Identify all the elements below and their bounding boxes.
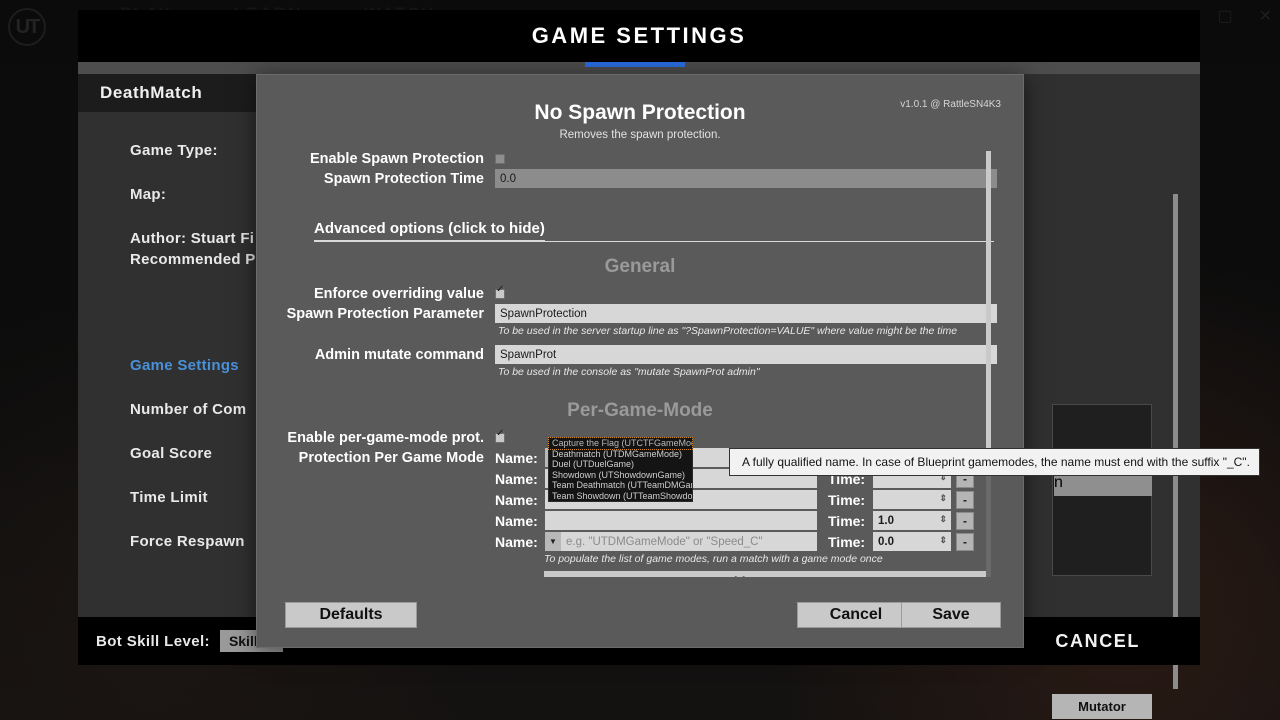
time-input[interactable] (873, 490, 951, 509)
no-spawn-protection-dialog: No Spawn Protection Removes the spawn pr… (256, 74, 1024, 648)
dialog-version: v1.0.1 @ RattleSN4K3 (900, 99, 1001, 110)
label-name: Name: (495, 449, 538, 466)
remove-entry-button[interactable]: - (956, 511, 974, 530)
row-enforce-overriding-value: Enforce overriding value (283, 285, 997, 302)
page-title: GAME SETTINGS (531, 23, 747, 48)
label-spawn-protection-parameter: Spawn Protection Parameter (286, 305, 484, 322)
advanced-options-toggle[interactable]: Advanced options (click to hide) (314, 220, 545, 241)
remove-entry-button[interactable]: - (956, 532, 974, 551)
save-button[interactable]: Save (901, 602, 1001, 628)
dialog-cancel-button[interactable]: Cancel (797, 602, 915, 628)
menu-scrollbar[interactable] (1173, 194, 1178, 689)
admin-mutate-command-input[interactable] (495, 345, 997, 364)
active-tab-indicator (585, 62, 685, 67)
time-input[interactable]: 0.0 (873, 532, 951, 551)
game-mode-dropdown-list[interactable]: Capture the Flag (UTCTFGameMode) Deathma… (548, 437, 693, 502)
label-name: Name: (495, 533, 538, 550)
help-per-game-mode: To populate the list of game modes, run … (544, 553, 883, 565)
dropdown-option[interactable]: Duel (UTDuelGame) (549, 459, 692, 470)
game-mode-placeholder: e.g. "UTDMGameMode" or "Speed_C" (566, 535, 763, 548)
label-admin-mutate-command: Admin mutate command (314, 346, 484, 363)
label-name: Name: (495, 491, 538, 508)
label-protection-per-game-mode: Protection Per Game Mode (298, 450, 484, 466)
game-mode-combobox[interactable]: ▼ e.g. "UTDMGameMode" or "Speed_C" (545, 532, 817, 551)
label-time: Time: (828, 533, 866, 550)
ut-logo-icon: UT (8, 8, 46, 46)
checkbox-enforce-overriding-value[interactable] (495, 285, 505, 299)
checkbox-enable-per-game-mode[interactable] (495, 429, 505, 443)
table-row: Name: Time: 1.0 - (495, 511, 997, 530)
cancel-button[interactable]: CANCEL (1055, 631, 1140, 652)
label-enable-per-game-mode: Enable per-game-mode prot. (287, 430, 484, 446)
defaults-button[interactable]: Defaults (285, 602, 417, 628)
dialog-scroll-area: Enable Spawn Protection Spawn Protection… (283, 151, 997, 577)
label-name: Name: (495, 470, 538, 487)
chevron-down-icon[interactable]: ▼ (545, 532, 561, 551)
row-enable-spawn-protection: Enable Spawn Protection (283, 151, 997, 167)
label-name: Name: (495, 512, 538, 529)
dialog-subtitle: Removes the spawn protection. (559, 129, 721, 141)
dialog-scrollbar-thumb[interactable] (986, 151, 991, 467)
divider (314, 241, 994, 242)
close-icon[interactable]: ✕ (1259, 6, 1272, 26)
tooltip: A fully qualified name. In case of Bluep… (729, 448, 1260, 476)
row-admin-mutate-command: Admin mutate command (283, 345, 997, 364)
dropdown-option[interactable]: Showdown (UTShowdownGame) (549, 470, 692, 481)
game-mode-combobox[interactable] (545, 511, 817, 530)
help-admin-mutate-command: To be used in the console as "mutate Spa… (498, 366, 760, 378)
spawn-protection-time-input[interactable] (495, 169, 997, 188)
label-enforce-overriding-value: Enforce overriding value (313, 286, 484, 302)
row-spawn-protection-parameter: Spawn Protection Parameter (283, 304, 997, 323)
tab-strip (78, 62, 1200, 74)
dialog-scrollbar[interactable] (986, 151, 991, 577)
dropdown-option[interactable]: Capture the Flag (UTCTFGameMode) (548, 437, 693, 450)
checkbox-enable-spawn-protection[interactable] (495, 154, 505, 164)
bot-skill-label: Bot Skill Level: (96, 632, 210, 650)
section-heading-general: General (604, 256, 676, 277)
remove-entry-button[interactable]: - (956, 490, 974, 509)
dropdown-option[interactable]: Team Deathmatch (UTTeamDMGameMode) (549, 480, 692, 491)
time-input[interactable]: 1.0 (873, 511, 951, 530)
label-spawn-protection-time: Spawn Protection Time (323, 170, 484, 187)
dialog-footer: Defaults Cancel Save (257, 583, 1023, 647)
app-root: UT PLAY LEARN WATCH — ▢ ✕ GAME SETTINGS … (0, 0, 1280, 720)
mutator-selected-item[interactable]: n (1054, 474, 1152, 496)
menu-header: GAME SETTINGS (78, 10, 1200, 62)
label-time: Time: (828, 512, 866, 529)
label-time: Time: (828, 491, 866, 508)
spawn-protection-parameter-input[interactable] (495, 304, 997, 323)
dropdown-option[interactable]: Team Showdown (UTTeamShowdownGame) (549, 491, 692, 502)
maximize-icon[interactable]: ▢ (1217, 6, 1232, 26)
dropdown-option[interactable]: Deathmatch (UTDMGameMode) (549, 449, 692, 460)
row-spawn-protection-time: Spawn Protection Time (283, 169, 997, 188)
label-enable-spawn-protection: Enable Spawn Protection (309, 151, 484, 167)
add-new-entry-button[interactable]: Add new entry (544, 571, 986, 577)
help-spawn-protection-parameter: To be used in the server startup line as… (498, 325, 958, 337)
section-heading-per-game-mode: Per-Game-Mode (567, 400, 713, 421)
table-row: Name: ▼ e.g. "UTDMGameMode" or "Speed_C"… (495, 532, 997, 551)
mutator-button[interactable]: Mutator (1052, 694, 1152, 719)
